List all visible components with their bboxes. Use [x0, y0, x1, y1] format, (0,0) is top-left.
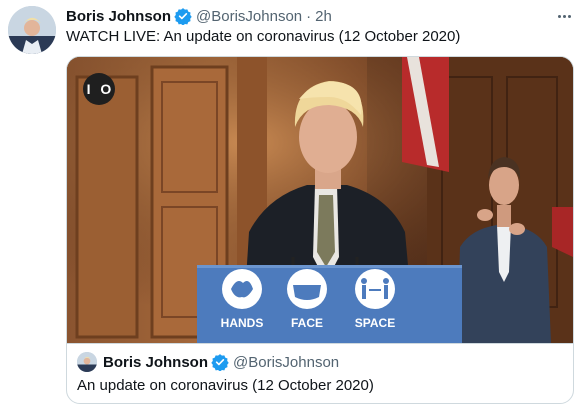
tweet-text: WATCH LIVE: An update on coronavirus (12…: [66, 28, 461, 45]
quoted-avatar: [77, 352, 97, 372]
more-options-icon[interactable]: [554, 6, 574, 26]
separator-dot: ·: [306, 7, 312, 25]
tweet-header: Boris Johnson @BorisJohnson · 2h: [66, 6, 332, 26]
quoted-display-name: Boris Johnson: [103, 353, 209, 371]
quoted-tweet-header: Boris Johnson @BorisJohnson: [77, 352, 339, 372]
quoted-tweet[interactable]: Boris Johnson @BorisJohnson An update on…: [67, 343, 573, 403]
quoted-text: An update on coronavirus (12 October 202…: [77, 377, 374, 394]
tweet[interactable]: Boris Johnson @BorisJohnson · 2h WATCH L…: [0, 0, 582, 410]
handle[interactable]: @BorisJohnson: [196, 8, 302, 25]
timestamp[interactable]: 2h: [315, 8, 332, 25]
verified-badge-icon: [174, 7, 192, 25]
podium-label-space: SPACE: [355, 316, 395, 330]
avatar[interactable]: [8, 6, 56, 54]
media-source-badge: I O: [83, 73, 115, 105]
media-card[interactable]: HANDS FACE SPACE I O Boris Johnson @Bori…: [66, 56, 574, 404]
quoted-handle: @BorisJohnson: [233, 353, 340, 371]
verified-badge-icon: [211, 353, 229, 371]
video-player[interactable]: HANDS FACE SPACE I O: [67, 57, 573, 343]
podium-label-hands: HANDS: [221, 316, 264, 330]
display-name[interactable]: Boris Johnson: [66, 8, 171, 25]
podium-label-face: FACE: [291, 316, 323, 330]
